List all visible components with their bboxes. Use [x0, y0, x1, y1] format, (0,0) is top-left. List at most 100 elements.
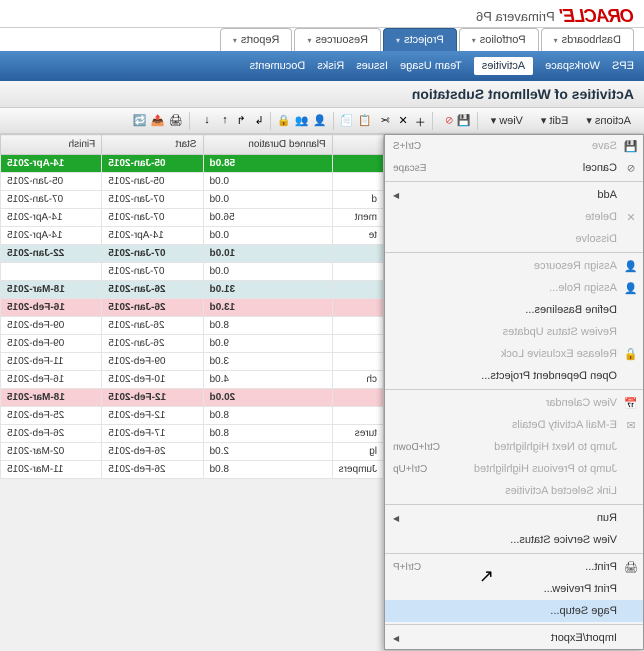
menu-item-icon — [623, 324, 639, 340]
table-row[interactable]: 13.0d26-Jan-201516-Feb-2015 — [1, 299, 384, 317]
subnav-issues[interactable]: Issues — [356, 60, 388, 72]
resource-icon[interactable]: 👤 — [313, 114, 327, 128]
table-row[interactable]: 8.0d12-Feb-201525-Feb-2015 — [1, 407, 384, 425]
paste-icon[interactable]: 📄 — [340, 114, 354, 128]
table-row[interactable]: ment56.0d07-Jan-201514-Apr-2015 — [1, 209, 384, 227]
actions-menu-button[interactable]: Actions▾ — [579, 111, 638, 130]
table-row[interactable]: 3.0d09-Feb-201511-Feb-2015 — [1, 353, 384, 371]
table-row[interactable]: Jumpers8.0d26-Feb-201511-Mar-2015 — [1, 461, 384, 479]
menu-page-setup[interactable]: Page Setup... — [385, 600, 643, 622]
cell-finish: 07-Jan-2015 — [1, 191, 102, 209]
indent-icon[interactable]: ↳ — [250, 114, 264, 128]
down-icon[interactable]: ↓ — [196, 114, 210, 128]
product-name: Primavera P6 — [476, 9, 555, 24]
subnav-activities[interactable]: Activities — [474, 57, 533, 75]
cell-start: 10-Feb-2015 — [102, 371, 203, 389]
view-menu-button[interactable]: View▾ — [484, 111, 530, 130]
up-icon[interactable]: ↑ — [214, 114, 228, 128]
menu-cancel[interactable]: ⦸CancelEscape — [385, 157, 643, 179]
menu-item-label: Print Preview... — [393, 583, 617, 595]
cell-name — [332, 173, 383, 191]
tab-portfolios[interactable]: Portfolios ▾ — [459, 28, 539, 51]
menu-item-icon: ✉ — [623, 417, 639, 433]
menu-e-mail-activity-details: ✉E-Mail Activity Details — [385, 414, 643, 436]
col-planned-duration[interactable]: Planned Duration — [203, 135, 332, 155]
menu-define-baselines[interactable]: Define Baselines... — [385, 299, 643, 321]
cell-finish: 11-Feb-2015 — [1, 353, 102, 371]
subnav-team-usage[interactable]: Team Usage — [400, 60, 462, 72]
table-row[interactable]: 10.0d07-Jan-201522-Jan-2015 — [1, 245, 384, 263]
tab-projects[interactable]: Projects ▾ — [383, 28, 457, 51]
menu-add[interactable]: Add▶ — [385, 184, 643, 206]
save-icon[interactable]: 💾 — [457, 114, 471, 128]
table-row[interactable]: tures8.0d17-Feb-201526-Feb-2015 — [1, 425, 384, 443]
activity-grid[interactable]: Planned Duration Start Finish 58.0d05-Ja… — [0, 134, 384, 479]
chevron-down-icon: ▾ — [233, 36, 237, 45]
menu-item-icon: 💾 — [623, 138, 639, 154]
subnav-eps[interactable]: EPS — [612, 60, 634, 72]
table-row[interactable]: d0.0d07-Jan-201507-Jan-2015 — [1, 191, 384, 209]
menu-item-label: Delete — [393, 211, 617, 223]
chevron-down-icon: ▾ — [396, 36, 400, 45]
cell-name — [332, 245, 383, 263]
print-icon[interactable]: 🖨 — [169, 114, 183, 128]
table-row[interactable]: 58.0d05-Jan-201514-Apr-2015 — [1, 155, 384, 173]
edit-menu-button[interactable]: Edit▾ — [534, 111, 576, 130]
table-row[interactable]: 20.0d12-Feb-201518-Mar-2015 — [1, 389, 384, 407]
col-finish[interactable]: Finish — [1, 135, 102, 155]
table-row[interactable]: te0.0d14-Apr-201514-Apr-2015 — [1, 227, 384, 245]
activity-grid-wrap: Planned Duration Start Finish 58.0d05-Ja… — [0, 134, 384, 479]
cut-icon[interactable]: ✂ — [376, 114, 390, 128]
table-row[interactable]: 31.0d26-Jan-201518-Mar-2015 — [1, 281, 384, 299]
menu-print[interactable]: 🖨Print...Ctrl+P — [385, 556, 643, 578]
tab-reports[interactable]: Reports ▾ — [220, 28, 293, 51]
outdent-icon[interactable]: ↰ — [232, 114, 246, 128]
cancel-icon[interactable]: ⦸ — [439, 114, 453, 128]
cell-name — [332, 389, 383, 407]
add-icon[interactable]: ＋ — [412, 114, 426, 128]
menu-run[interactable]: Run▶ — [385, 507, 643, 529]
subnav-workspace[interactable]: Workspace — [545, 60, 600, 72]
col-start[interactable]: Start — [102, 135, 203, 155]
menu-import-export[interactable]: Import/Export▶ — [385, 627, 643, 649]
cell-name: d — [332, 191, 383, 209]
refresh-icon[interactable]: 🔄 — [133, 114, 147, 128]
tab-dashboards[interactable]: Dashboards ▾ — [541, 28, 634, 51]
cell-finish: 18-Mar-2015 — [1, 389, 102, 407]
menu-print-preview[interactable]: Print Preview... — [385, 578, 643, 600]
cell-name — [332, 353, 383, 371]
menu-item-label: Define Baselines... — [393, 304, 617, 316]
cell-finish: 25-Feb-2015 — [1, 407, 102, 425]
lock-icon[interactable]: 🔒 — [277, 114, 291, 128]
role-icon[interactable]: 👥 — [295, 114, 309, 128]
menu-separator — [385, 181, 643, 182]
cell-duration: 8.0d — [203, 461, 332, 479]
subnav-risks[interactable]: Risks — [317, 60, 344, 72]
menu-item-icon — [623, 510, 639, 526]
cell-duration: 31.0d — [203, 281, 332, 299]
submenu-arrow-icon: ▶ — [393, 191, 399, 200]
col-name[interactable] — [332, 135, 383, 155]
delete-icon[interactable]: ✕ — [394, 114, 408, 128]
menu-view-service-status[interactable]: View Service Status... — [385, 529, 643, 551]
menu-assign-role: 👤Assign Role... — [385, 277, 643, 299]
tab-label: Reports — [241, 34, 280, 46]
tab-resources[interactable]: Resources ▾ — [294, 28, 381, 51]
menu-open-dependent-projects[interactable]: Open Dependent Projects... — [385, 365, 643, 387]
submenu-arrow-icon: ▶ — [393, 514, 399, 523]
table-row[interactable]: 0.0d05-Jan-201505-Jan-2015 — [1, 173, 384, 191]
export-icon[interactable]: 📤 — [151, 114, 165, 128]
menu-view-calendar: 📅View Calendar — [385, 392, 643, 414]
chevron-down-icon: ▾ — [554, 36, 558, 45]
cell-duration: 58.0d — [203, 155, 332, 173]
table-row[interactable]: 0.0d07-Jan-2015 — [1, 263, 384, 281]
table-row[interactable]: 9.0d26-Jan-201509-Feb-2015 — [1, 335, 384, 353]
copy-icon[interactable]: 📋 — [358, 114, 372, 128]
table-row[interactable]: lg2.0d26-Feb-201502-Mar-2015 — [1, 443, 384, 461]
cell-name — [332, 317, 383, 335]
cell-duration: 56.0d — [203, 209, 332, 227]
cell-finish: 11-Mar-2015 — [1, 461, 102, 479]
subnav-documents[interactable]: Documents — [250, 60, 306, 72]
table-row[interactable]: 8.0d26-Jan-201509-Feb-2015 — [1, 317, 384, 335]
table-row[interactable]: ch4.0d10-Feb-201516-Feb-2015 — [1, 371, 384, 389]
